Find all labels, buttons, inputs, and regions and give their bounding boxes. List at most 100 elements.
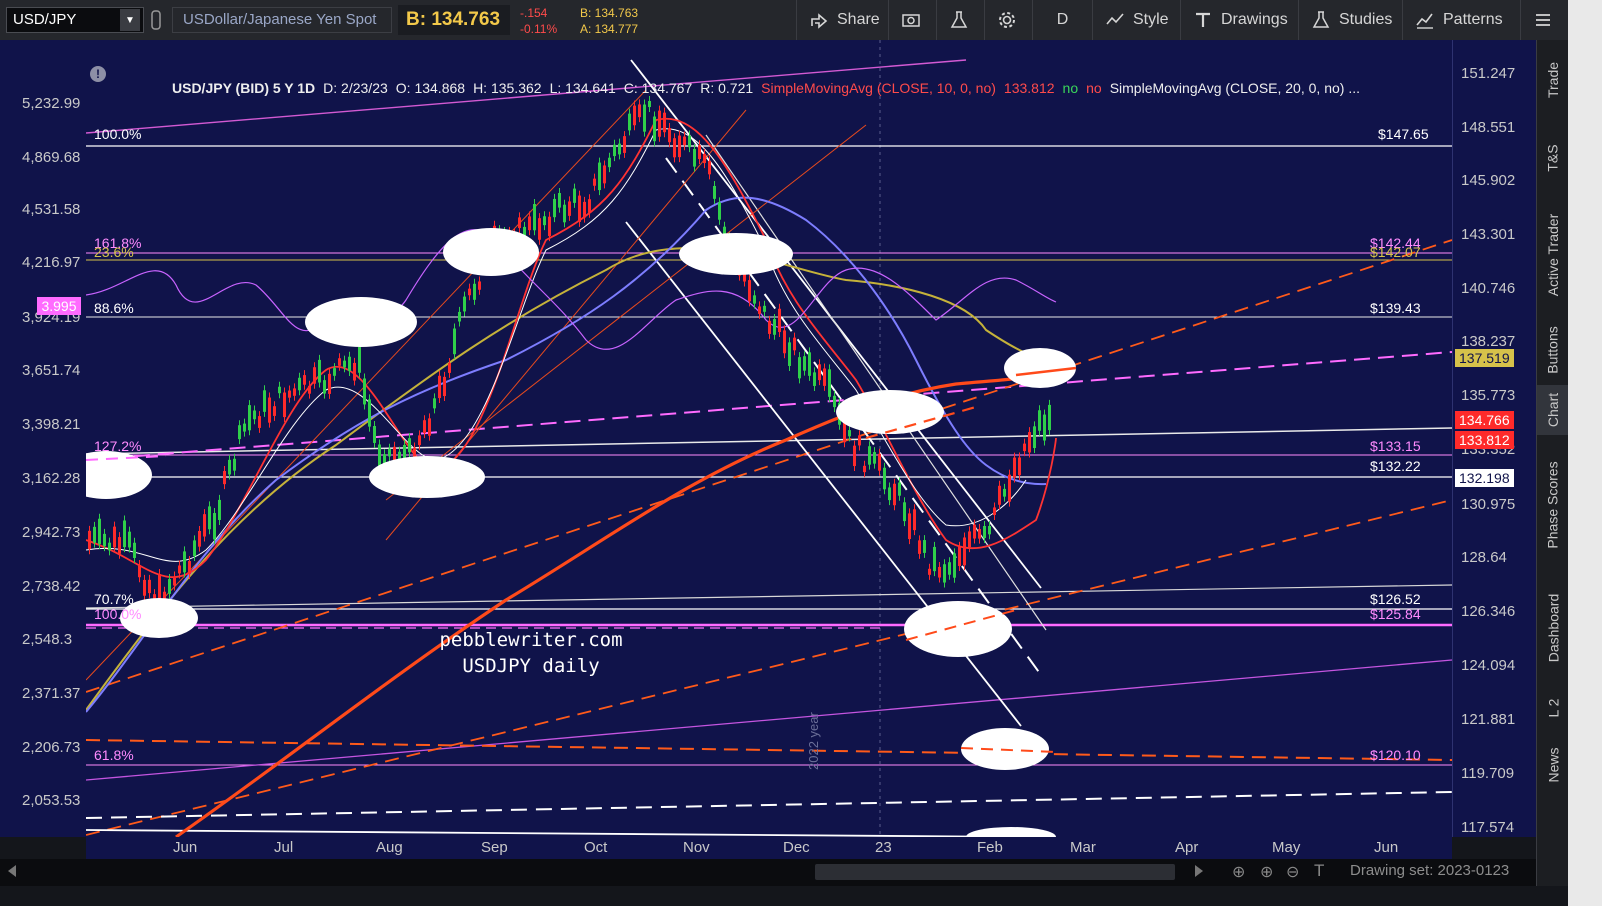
- scroll-left-arrow[interactable]: [8, 865, 16, 877]
- sidebar-tab-label: Active Trader: [1545, 213, 1562, 297]
- candle-body: [473, 283, 476, 300]
- sidebar-tab-buttons[interactable]: Buttons: [1537, 315, 1569, 385]
- month-label: Aug: [376, 839, 403, 856]
- style-button[interactable]: Style: [1092, 0, 1180, 40]
- candle-body: [553, 198, 556, 218]
- candle-body: [823, 368, 826, 386]
- menu-button[interactable]: [1520, 0, 1568, 40]
- gear-icon: [999, 12, 1015, 28]
- month-label: Nov: [683, 839, 710, 856]
- candle-body: [338, 358, 341, 366]
- time-axis[interactable]: Jun Jul Aug Sep Oct Nov Dec 23 Feb Mar Apr May Jun: [86, 837, 1452, 859]
- timeframe-button[interactable]: D: [1032, 0, 1092, 40]
- candle-body: [1018, 457, 1021, 476]
- candle-body: [228, 459, 231, 475]
- candle-body: [263, 390, 266, 412]
- drawings-button[interactable]: Drawings: [1180, 0, 1298, 40]
- candle-body: [593, 178, 596, 186]
- sma10-value: 133.812: [1003, 80, 1055, 96]
- sidebar-tab-chart[interactable]: Chart: [1537, 385, 1569, 435]
- candle-body: [1008, 474, 1011, 502]
- candle-body: [253, 410, 256, 420]
- candle-body: [303, 375, 306, 385]
- share-button[interactable]: Share: [796, 0, 888, 40]
- scroll-right-arrow[interactable]: [1195, 865, 1203, 877]
- candle-body: [428, 418, 431, 436]
- right-axis-label: 140.746: [1461, 280, 1516, 297]
- candle-body: [538, 218, 541, 240]
- candle-body: [238, 425, 241, 440]
- level-139-label: $139.43: [1370, 300, 1421, 316]
- sidebar-tab-l-2[interactable]: L 2: [1537, 680, 1569, 735]
- candle-body: [818, 364, 821, 381]
- watermark-site: pebblewriter.com: [439, 629, 623, 651]
- sidebar-tab-active-trader[interactable]: Active Trader: [1537, 195, 1569, 315]
- candle-body: [748, 280, 751, 302]
- candle-body: [803, 356, 806, 371]
- sidebar-tab-news[interactable]: News: [1537, 735, 1569, 795]
- level-126-label: $126.52: [1370, 591, 1421, 607]
- right-sidebar: Trade T&S Active Trader Buttons Chart Phase S…: [1536, 40, 1569, 886]
- flask-button[interactable]: [936, 0, 984, 40]
- candle-body: [788, 342, 791, 366]
- left-axis-label: 2,206.73: [22, 739, 81, 756]
- left-axis-label: 2,053.53: [22, 792, 81, 809]
- right-axis-label: 117.574: [1461, 819, 1515, 836]
- symbol-dropdown-button[interactable]: ▼: [120, 9, 140, 31]
- candle-body: [373, 426, 376, 443]
- level-125-label: $125.84: [1370, 606, 1421, 622]
- alert-icon[interactable]: !: [90, 66, 106, 82]
- year-divider-label: 2022 year: [806, 712, 821, 770]
- left-price-axis[interactable]: 5,232.99 4,869.68 4,531.58 4,216.97 3,924.19…: [0, 40, 87, 837]
- sidebar-tab-dashboard[interactable]: Dashboard: [1537, 575, 1569, 680]
- text-tool-bottom-icon[interactable]: T: [1314, 861, 1324, 881]
- studies-flask-icon: [1312, 11, 1330, 28]
- chart-canvas[interactable]: USD/JPY (BID) 5 Y 1D D: 2/23/23 O: 134.8…: [86, 40, 1452, 837]
- candle-body: [98, 518, 101, 545]
- right-axis-label: 126.346: [1461, 603, 1516, 620]
- link-icon[interactable]: [150, 0, 162, 40]
- candle-body: [323, 380, 326, 394]
- candle-body: [268, 397, 271, 423]
- candle-body: [178, 565, 181, 574]
- crosshair-icon[interactable]: ⊕: [1232, 862, 1245, 882]
- drawing-set-label[interactable]: Drawing set: 2023-0123: [1350, 862, 1509, 879]
- candle-body: [928, 568, 931, 575]
- sidebar-tab-phase-scores[interactable]: Phase Scores: [1537, 435, 1569, 575]
- candle-body: [708, 161, 711, 175]
- flask-icon: [950, 11, 968, 28]
- candle-body: [883, 467, 886, 490]
- zoom-out-icon[interactable]: ⊖: [1286, 862, 1299, 882]
- right-axis-label: 143.301: [1461, 226, 1516, 243]
- camera-button[interactable]: [888, 0, 936, 40]
- no-toggle-1[interactable]: no: [1063, 80, 1079, 100]
- candle-body: [353, 362, 356, 381]
- sidebar-tab-t-s[interactable]: T&S: [1537, 120, 1569, 195]
- candle-body: [633, 105, 636, 126]
- settings-button[interactable]: [984, 0, 1032, 40]
- candle-body: [873, 452, 876, 464]
- left-axis-label: 4,216.97: [22, 254, 81, 271]
- sidebar-tab-trade[interactable]: Trade: [1537, 40, 1569, 120]
- studies-button[interactable]: Studies: [1298, 0, 1402, 40]
- candle-body: [828, 369, 831, 397]
- left-axis-label: 3,651.74: [22, 362, 81, 379]
- candle-body: [243, 423, 246, 432]
- zoom-in-icon[interactable]: ⊕: [1260, 862, 1273, 882]
- no-toggle-2[interactable]: no: [1086, 80, 1102, 100]
- candle-body: [233, 458, 236, 471]
- candle-body: [583, 201, 586, 218]
- candle-body: [213, 513, 216, 540]
- time-scrollbar-thumb[interactable]: [815, 864, 1175, 880]
- patterns-icon: [1416, 13, 1433, 29]
- candle-body: [363, 378, 366, 405]
- candle-body: [693, 148, 696, 167]
- candle-body: [853, 445, 856, 467]
- share-icon: [811, 13, 828, 29]
- candle-body: [123, 520, 126, 548]
- level-142-07-label: $142.07: [1370, 244, 1421, 260]
- camera-icon: [902, 14, 920, 27]
- patterns-button[interactable]: Patterns: [1402, 0, 1520, 40]
- candle-body: [678, 135, 681, 158]
- candle-body: [938, 566, 941, 578]
